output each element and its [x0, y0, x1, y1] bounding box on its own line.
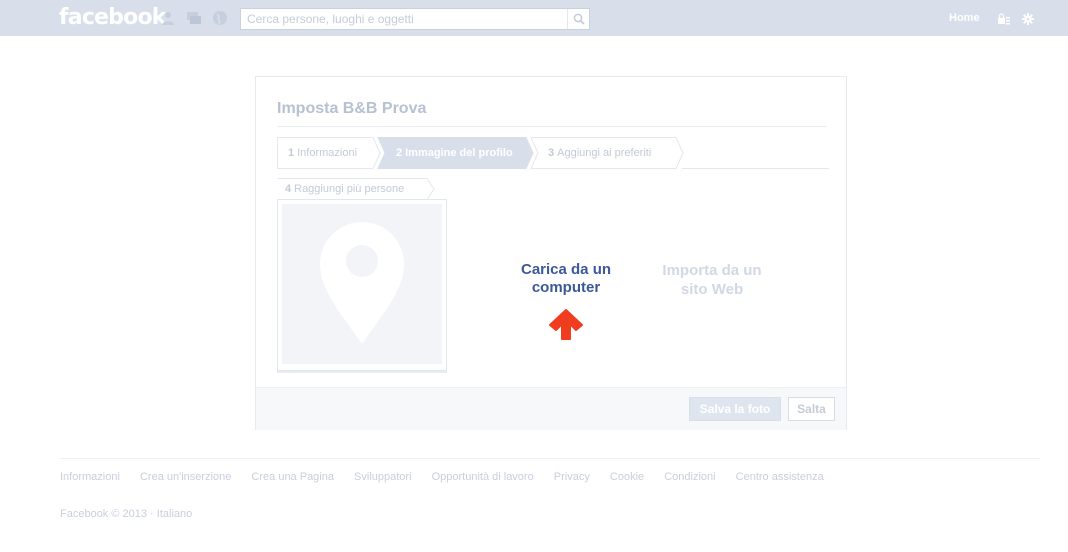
- search-input[interactable]: [241, 9, 563, 29]
- import-from-website-link[interactable]: Importa da un sito Web: [652, 261, 772, 299]
- step-label: Raggiungi più persone: [294, 183, 405, 195]
- messages-icon[interactable]: [186, 10, 202, 26]
- search-box: [240, 8, 590, 30]
- footer-links: Informazioni Crea un'inserzione Crea una…: [60, 471, 841, 485]
- footer-link-help[interactable]: Centro assistenza: [736, 471, 824, 483]
- copyright: Facebook © 2013 · Italiano: [60, 508, 193, 520]
- footer-link-careers[interactable]: Opportunità di lavoro: [432, 471, 534, 483]
- globe-icon[interactable]: [212, 10, 228, 26]
- page-setup-dialog: Imposta B&B Prova 1 Informazioni 2 Immagin…: [255, 76, 847, 430]
- step-label: Informazioni: [297, 147, 358, 159]
- step-label: Aggiungi ai preferiti: [557, 147, 652, 159]
- top-bar: facebook Home: [0, 0, 1068, 36]
- step-2[interactable]: 2 Immagine del profilo: [396, 137, 513, 169]
- step-label: Immagine del profilo: [405, 147, 513, 159]
- footer-link-terms[interactable]: Condizioni: [664, 471, 715, 483]
- profile-picture-placeholder: [282, 204, 442, 364]
- up-arrow-icon[interactable]: [547, 307, 585, 346]
- footer-link-privacy[interactable]: Privacy: [554, 471, 590, 483]
- step-number: 2: [396, 147, 403, 159]
- step-4[interactable]: 4 Raggiungi più persone: [277, 178, 435, 200]
- gear-icon[interactable]: [1021, 12, 1035, 26]
- step-number: 4: [285, 183, 292, 195]
- magnifier-icon: [573, 13, 585, 25]
- footer-link-developers[interactable]: Sviluppatori: [354, 471, 411, 483]
- dialog-footer: Salva la foto Salta: [256, 387, 846, 430]
- footer-link-cookies[interactable]: Cookie: [610, 471, 644, 483]
- search-button[interactable]: [567, 9, 589, 29]
- title-divider: [277, 126, 827, 127]
- facebook-logo[interactable]: facebook: [59, 5, 166, 30]
- step-number: 3: [548, 147, 555, 159]
- map-pin-icon: [320, 222, 404, 344]
- footer-link-create-page[interactable]: Crea una Pagina: [251, 471, 334, 483]
- profile-picture-frame: [277, 199, 447, 371]
- footer-link-create-ad[interactable]: Crea un'inserzione: [140, 471, 231, 483]
- footer-link-about[interactable]: Informazioni: [60, 471, 120, 483]
- skip-button[interactable]: Salta: [788, 397, 835, 421]
- home-link[interactable]: Home: [949, 12, 980, 24]
- step-number: 1: [288, 147, 295, 159]
- upload-from-computer-link[interactable]: Carica da un computer: [501, 261, 631, 297]
- friends-icon[interactable]: [160, 10, 176, 26]
- dialog-title: Imposta B&B Prova: [277, 100, 427, 117]
- lock-icon[interactable]: [997, 12, 1011, 26]
- save-photo-button[interactable]: Salva la foto: [689, 397, 781, 421]
- footer-divider: [60, 458, 1040, 459]
- step-1[interactable]: 1 Informazioni: [288, 137, 357, 169]
- step-3[interactable]: 3 Aggiungi ai preferiti: [548, 137, 651, 169]
